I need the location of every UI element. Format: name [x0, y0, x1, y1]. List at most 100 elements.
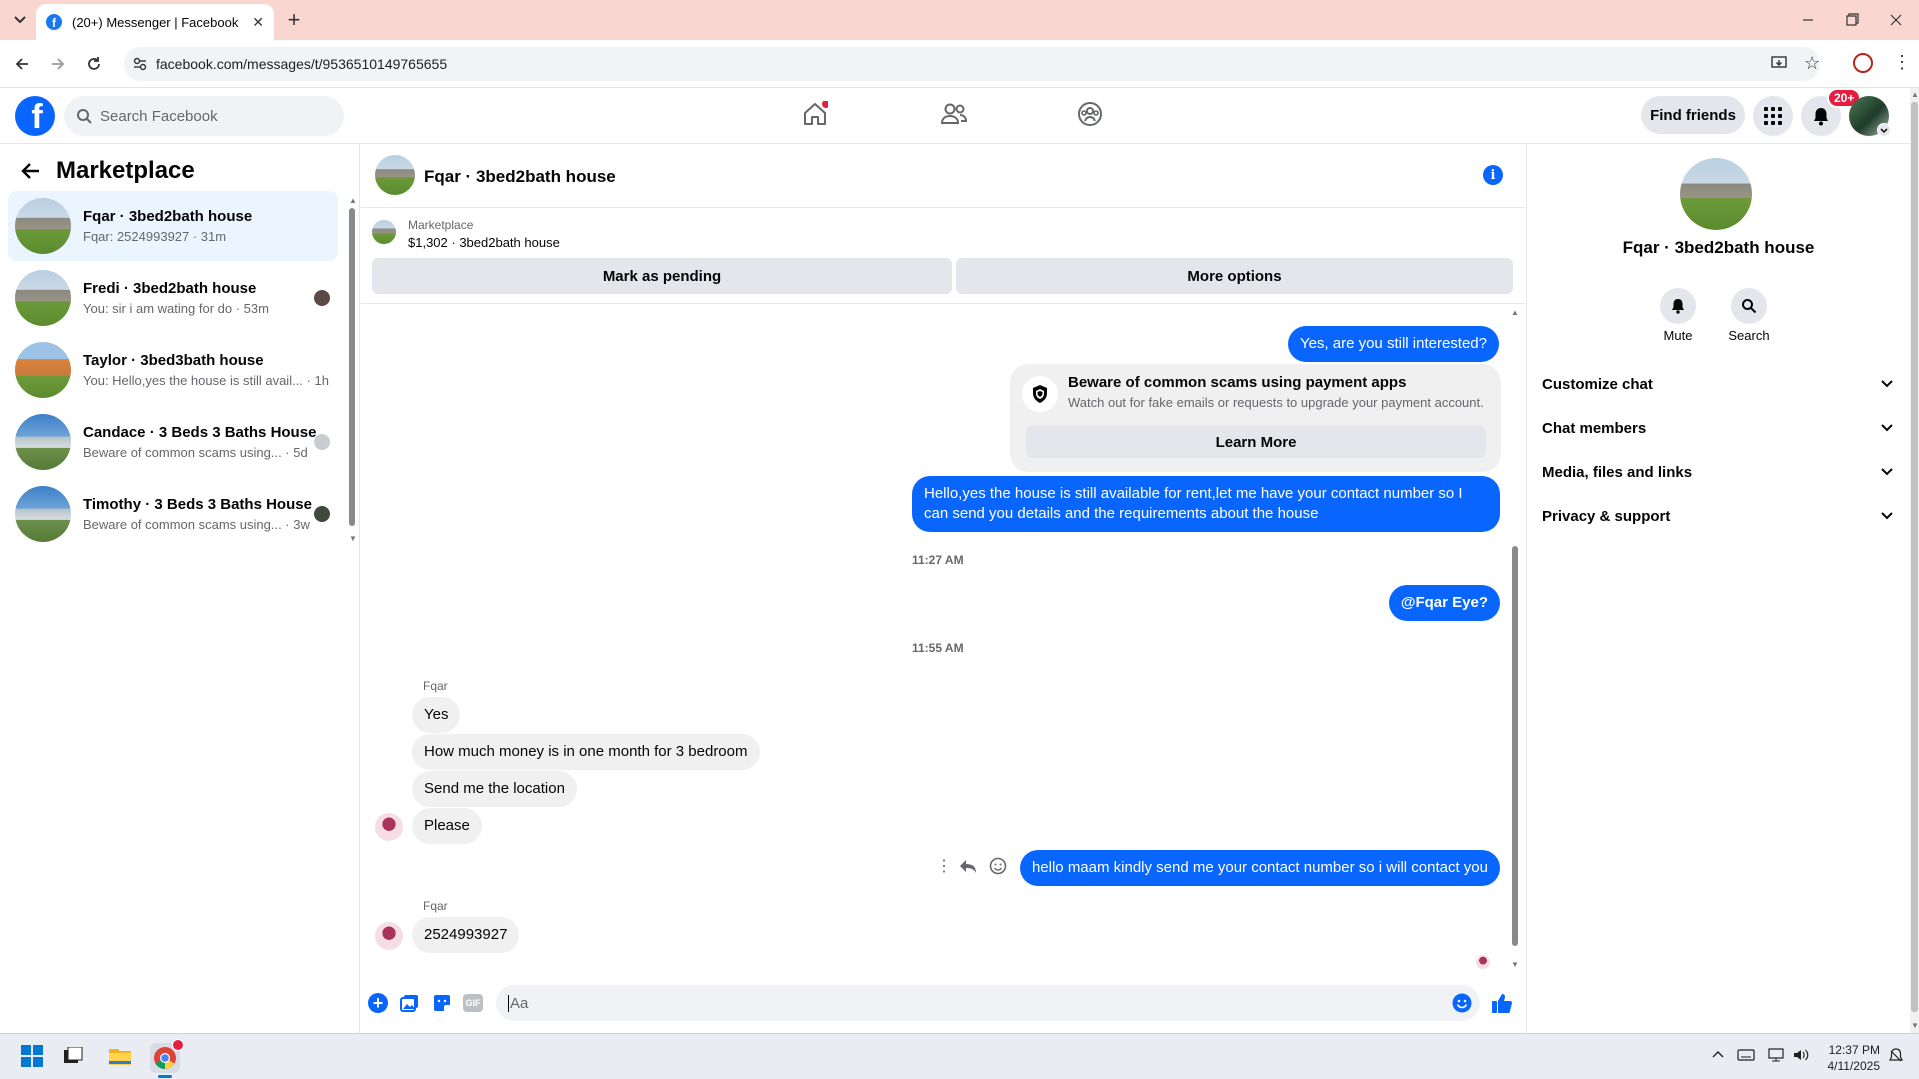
window-minimize-button[interactable] [1798, 10, 1818, 30]
conversation-item[interactable]: Fredi · 3bed2bath house You: sir i am wat… [8, 263, 338, 333]
new-tab-button[interactable]: + [282, 7, 306, 32]
outgoing-message[interactable]: @Fqar Eye? [1388, 585, 1500, 621]
incoming-message[interactable]: How much money is in one month for 3 bed… [412, 734, 760, 770]
media-files-links-section[interactable]: Media, files and links [1542, 454, 1894, 490]
window-restore-button[interactable] [1842, 10, 1862, 30]
chevron-down-icon [1881, 468, 1893, 476]
account-chevron-icon[interactable] [1877, 123, 1891, 137]
chat-list-scrollbar[interactable]: ▲ ▼ [348, 196, 357, 544]
search-placeholder: Search Facebook [100, 107, 218, 125]
conversation-item[interactable]: Fqar · 3bed2bath house Fqar: 2524993927 ·… [8, 191, 338, 261]
conversation-item[interactable]: Candace · 3 Beds 3 Baths House Beware of … [8, 407, 338, 477]
more-options-button[interactable]: More options [956, 258, 1513, 294]
search-facebook-input[interactable]: Search Facebook [64, 96, 344, 136]
react-emoji-icon[interactable] [989, 857, 1007, 875]
conversation-details-panel [1526, 144, 1911, 1033]
listing-price-title[interactable]: $1,302 · 3bed2bath house [408, 235, 560, 250]
file-explorer-icon[interactable] [108, 1045, 132, 1067]
mute-button[interactable] [1660, 288, 1696, 324]
conversation-name: Candace · 3 Beds 3 Baths House [83, 424, 317, 441]
reload-icon[interactable] [84, 54, 104, 74]
find-friends-button[interactable]: Find friends [1641, 96, 1745, 134]
seen-avatar [314, 506, 330, 522]
conversation-name: Fqar · 3bed2bath house [83, 208, 253, 225]
window-close-button[interactable] [1886, 10, 1906, 30]
clock-time[interactable]: 12:37 PM [1818, 1043, 1880, 1057]
forward-icon[interactable] [48, 54, 68, 74]
learn-more-button[interactable]: Learn More [1026, 426, 1486, 458]
sender-avatar[interactable] [375, 922, 403, 950]
outgoing-message[interactable]: Hello,yes the house is still available f… [912, 476, 1500, 532]
network-icon[interactable] [1768, 1048, 1786, 1062]
customize-chat-section[interactable]: Customize chat [1542, 366, 1894, 402]
home-nav-icon[interactable] [802, 101, 828, 127]
incoming-message[interactable]: Please [412, 808, 482, 844]
volume-icon[interactable] [1792, 1048, 1810, 1062]
outgoing-message[interactable]: Yes, are you still interested? [1287, 326, 1499, 362]
site-info-icon[interactable] [132, 56, 148, 72]
thumbs-up-icon[interactable] [1491, 992, 1513, 1014]
tab-close-icon[interactable]: ✕ [252, 14, 264, 31]
message-line: Hello,yes the house is still available f… [924, 485, 1463, 502]
bell-icon [1814, 108, 1828, 126]
emoji-icon[interactable] [1452, 993, 1472, 1013]
browser-tab[interactable]: f (20+) Messenger | Facebook ✕ [36, 4, 274, 40]
attach-photo-icon[interactable] [400, 993, 420, 1013]
privacy-support-section[interactable]: Privacy & support [1542, 498, 1894, 534]
profile-icon[interactable] [1853, 53, 1873, 73]
marketplace-title: Marketplace [56, 157, 195, 184]
section-label: Chat members [1542, 419, 1647, 437]
listing-thumbnail[interactable] [372, 220, 396, 244]
incoming-message[interactable]: 2524993927 [412, 917, 520, 953]
keyboard-icon[interactable] [1737, 1048, 1755, 1062]
incoming-message[interactable]: Yes [412, 697, 461, 733]
reply-icon[interactable] [959, 858, 977, 874]
sender-name: Fqar [423, 679, 448, 693]
menu-grid-button[interactable] [1753, 96, 1793, 136]
conversation-item[interactable]: Timothy · 3 Beds 3 Baths House Beware of … [8, 479, 338, 549]
scam-warning-title: Beware of common scams using payment app… [1068, 374, 1407, 391]
chat-title[interactable]: Fqar · 3bed2bath house [424, 167, 616, 187]
more-actions-plus-icon[interactable]: + [368, 993, 388, 1013]
conversation-info-icon[interactable]: i [1483, 165, 1503, 185]
tab-search-chevron-icon[interactable] [10, 10, 30, 30]
message-composer-input[interactable]: Aa [496, 985, 1480, 1021]
conversation-preview: Beware of common scams using... · 3w [83, 517, 310, 532]
task-view-icon[interactable] [63, 1047, 83, 1065]
url-text: facebook.com/messages/t/9536510149765655 [156, 56, 448, 72]
profile-avatar-large[interactable] [1680, 158, 1752, 230]
clock-date[interactable]: 4/11/2025 [1818, 1059, 1881, 1073]
chat-avatar[interactable] [375, 155, 415, 195]
section-label: Media, files and links [1542, 463, 1693, 481]
chat-members-section[interactable]: Chat members [1542, 410, 1894, 446]
page-scrollbar[interactable]: ▲ ▼ [1910, 88, 1919, 1033]
mark-as-pending-button[interactable]: Mark as pending [372, 258, 952, 294]
chrome-taskbar-icon[interactable] [150, 1039, 184, 1073]
listing-thumbnail [15, 270, 71, 326]
outgoing-message[interactable]: hello maam kindly send me your contact n… [1019, 850, 1500, 886]
composer-placeholder: Aa [508, 994, 529, 1012]
facebook-logo[interactable]: f [15, 96, 55, 136]
browser-menu-icon[interactable]: ⋮ [1893, 52, 1911, 72]
more-actions-icon[interactable]: ⋮ [936, 856, 952, 876]
back-icon[interactable] [12, 54, 32, 74]
incoming-message[interactable]: Send me the location [412, 771, 577, 807]
back-arrow-icon[interactable] [20, 160, 42, 182]
install-app-icon[interactable] [1770, 54, 1788, 72]
conversation-item[interactable]: Taylor · 3bed3bath house You: Hello,yes t… [8, 335, 338, 405]
show-hidden-icons-chevron-icon[interactable] [1711, 1049, 1725, 1059]
search-in-conversation-button[interactable] [1731, 288, 1767, 324]
sender-avatar[interactable] [375, 813, 403, 841]
address-bar[interactable]: facebook.com/messages/t/9536510149765655 [124, 47, 1820, 81]
windows-start-icon[interactable] [21, 1045, 43, 1067]
notification-center-icon[interactable] [1888, 1048, 1904, 1064]
friends-nav-icon[interactable] [940, 101, 968, 127]
bookmark-star-icon[interactable]: ☆ [1804, 53, 1820, 74]
sticker-icon[interactable] [432, 993, 452, 1013]
groups-nav-icon[interactable] [1077, 101, 1103, 127]
messages-scrollbar[interactable]: ▲ ▼ [1511, 308, 1519, 970]
conversation-preview: You: sir i am wating for do · 53m [83, 301, 269, 316]
gif-icon[interactable]: GIF [463, 994, 483, 1012]
bell-icon [1672, 299, 1684, 314]
chevron-down-icon [1881, 380, 1893, 388]
